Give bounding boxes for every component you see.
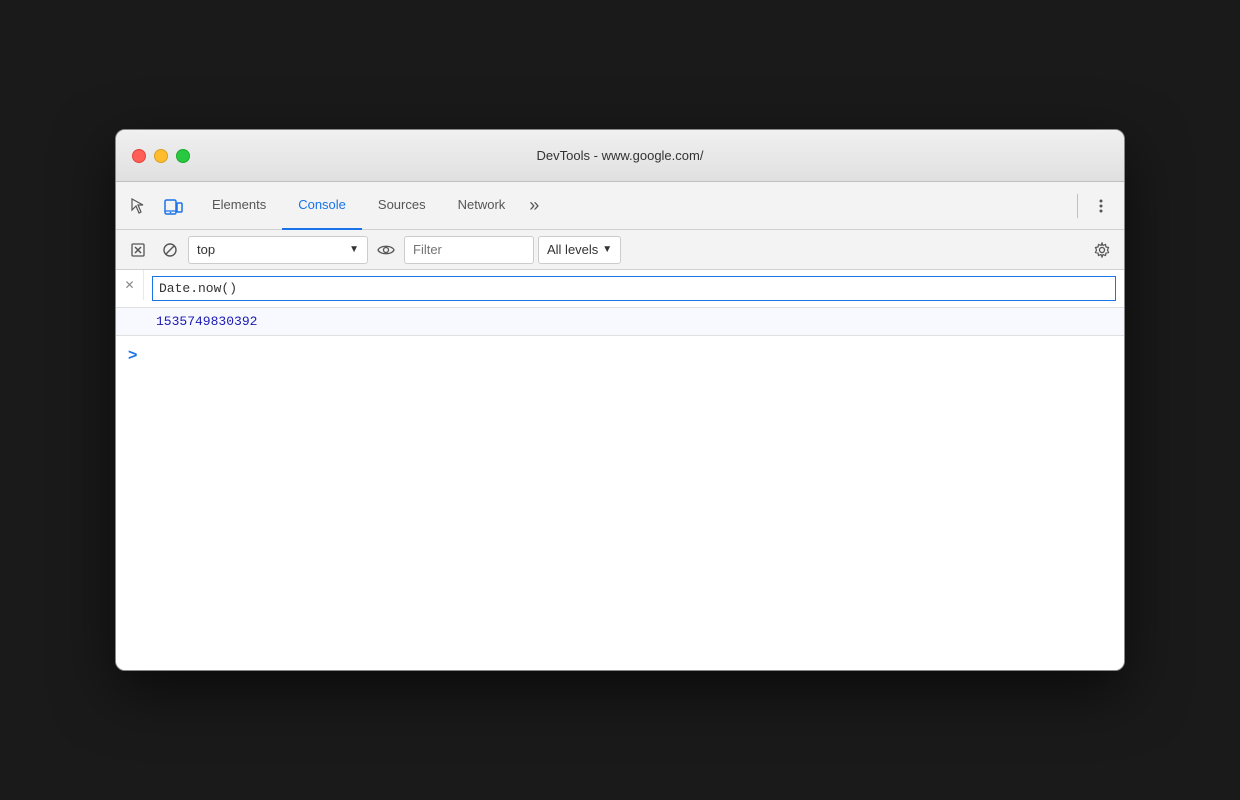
inspect-element-button[interactable]: [124, 191, 154, 221]
clear-console-button[interactable]: [124, 236, 152, 264]
context-selector[interactable]: top ▼: [188, 236, 368, 264]
chevron-down-icon: ▼: [602, 244, 612, 255]
tab-bar-divider: [1077, 194, 1078, 218]
block-icon: [162, 242, 178, 258]
result-row: 1535749830392: [116, 308, 1124, 336]
devtools-window: DevTools - www.google.com/ Elements: [115, 129, 1125, 671]
gear-icon: [1094, 242, 1110, 258]
devtools-icons: [124, 191, 188, 221]
eye-icon: [377, 243, 395, 257]
more-tabs-button[interactable]: »: [521, 182, 547, 230]
traffic-lights: [132, 149, 190, 163]
result-value: 1535749830392: [144, 308, 1124, 335]
settings-button[interactable]: [1088, 236, 1116, 264]
close-button[interactable]: [132, 149, 146, 163]
prompt-arrow-icon: >: [128, 347, 137, 365]
device-toggle-button[interactable]: [158, 191, 188, 221]
command-close-button[interactable]: ✕: [116, 270, 144, 300]
maximize-button[interactable]: [176, 149, 190, 163]
block-icon-button[interactable]: [156, 236, 184, 264]
tab-sources[interactable]: Sources: [362, 182, 442, 230]
window-title: DevTools - www.google.com/: [537, 148, 704, 163]
tab-console[interactable]: Console: [282, 182, 362, 230]
devtools-menu-button[interactable]: [1086, 191, 1116, 221]
tab-bar: Elements Console Sources Network »: [116, 182, 1124, 230]
minimize-button[interactable]: [154, 149, 168, 163]
tab-network[interactable]: Network: [442, 182, 522, 230]
console-toolbar: top ▼ All levels ▼: [116, 230, 1124, 270]
log-levels-selector[interactable]: All levels ▼: [538, 236, 621, 264]
filter-input[interactable]: [404, 236, 534, 264]
prompt-row: >: [116, 336, 1124, 376]
device-icon: [163, 196, 183, 216]
inspect-icon: [129, 196, 149, 216]
command-input-area: [144, 270, 1124, 307]
chevron-down-icon: ▼: [349, 244, 359, 255]
title-bar: DevTools - www.google.com/: [116, 130, 1124, 182]
command-input[interactable]: [152, 276, 1116, 301]
command-row: ✕: [116, 270, 1124, 308]
kebab-menu-icon: [1093, 198, 1109, 214]
console-area: ✕ 1535749830392 >: [116, 270, 1124, 670]
close-icon: ✕: [124, 278, 134, 292]
live-expressions-button[interactable]: [372, 236, 400, 264]
tab-elements[interactable]: Elements: [196, 182, 282, 230]
clear-icon: [130, 242, 146, 258]
